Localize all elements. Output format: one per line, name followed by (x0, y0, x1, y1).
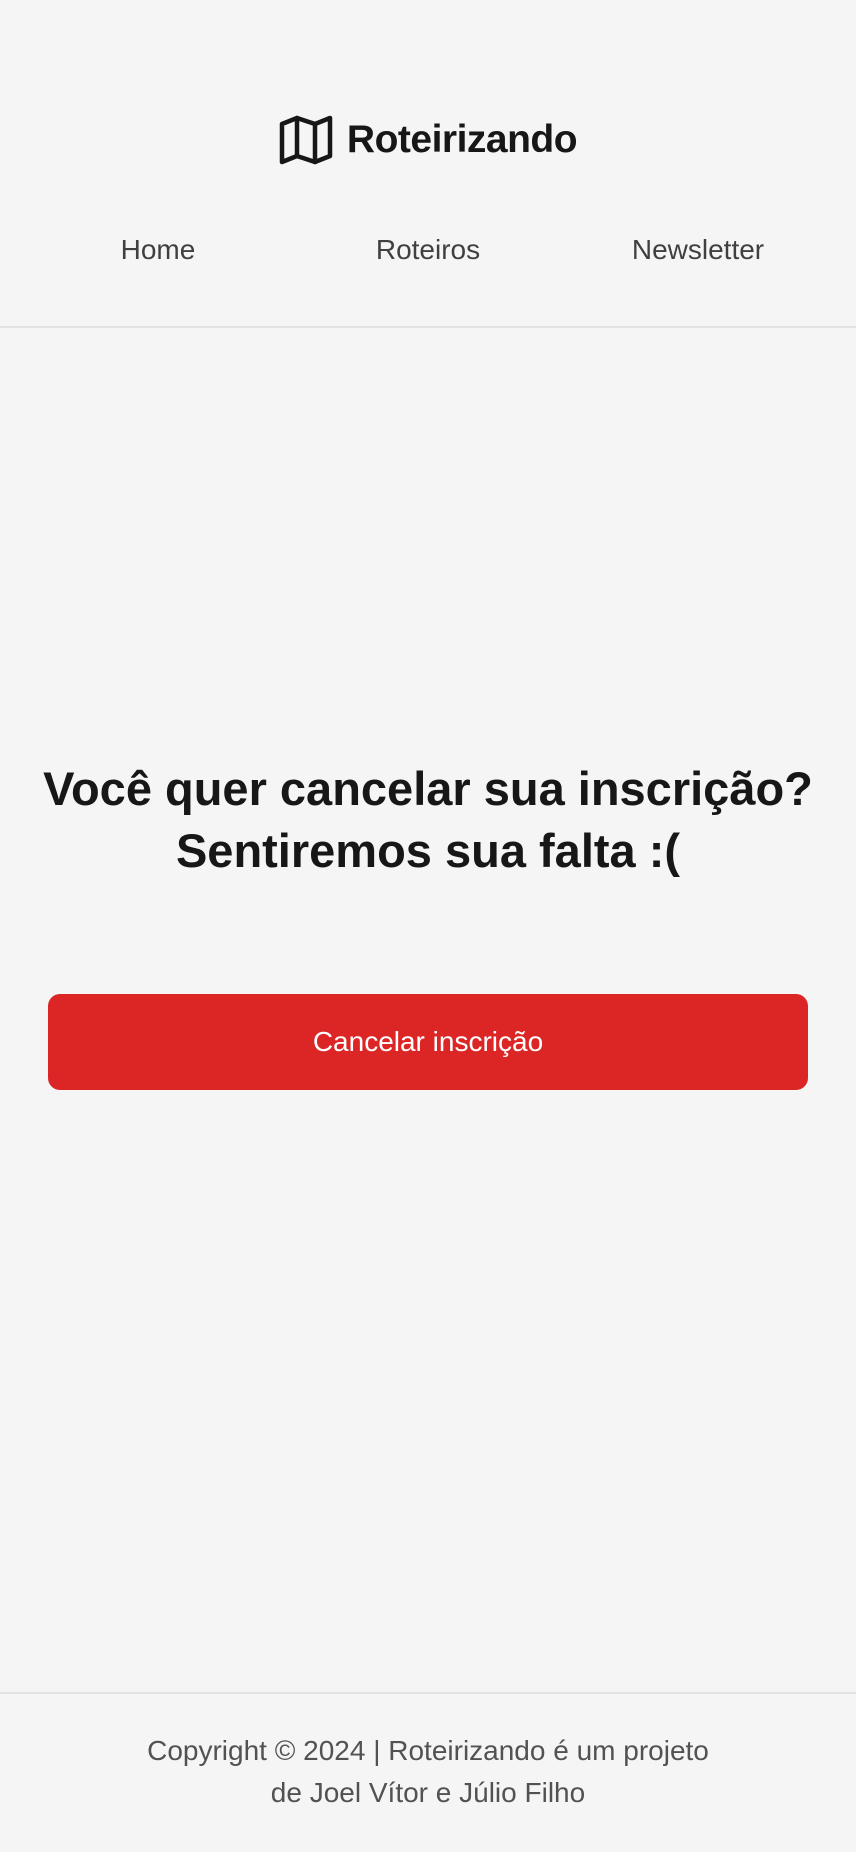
nav-link-roteiros[interactable]: Roteiros (293, 228, 563, 272)
nav-link-newsletter[interactable]: Newsletter (563, 228, 833, 272)
page-title: Você quer cancelar sua inscrição? Sentir… (43, 762, 813, 877)
nav-link-home[interactable]: Home (23, 228, 293, 272)
site-footer: Copyright © 2024 | Roteirizando é um pro… (0, 1692, 856, 1852)
site-header: Roteirizando Home Roteiros Newsletter (0, 0, 856, 328)
map-icon (279, 115, 333, 165)
copyright-text: Copyright © 2024 | Roteirizando é um pro… (147, 1735, 709, 1808)
brand-logo-link[interactable]: Roteirizando (0, 112, 856, 168)
cancel-subscription-button[interactable]: Cancelar inscrição (48, 994, 808, 1090)
brand-name: Roteirizando (346, 118, 578, 161)
main-nav: Home Roteiros Newsletter (0, 228, 856, 272)
